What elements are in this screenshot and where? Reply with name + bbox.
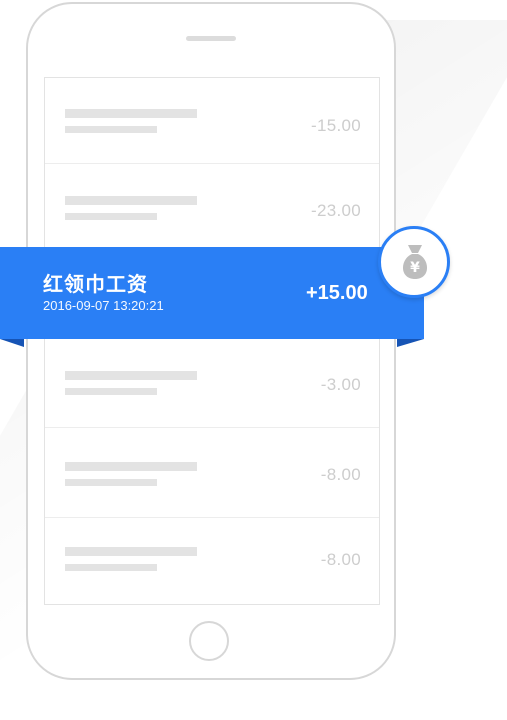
transaction-amount: -15.00 [310,116,361,135]
phone-speaker [186,36,236,41]
phone-frame: -15.00 -23.00 -3.00 -8.00 -8.00 [26,2,396,680]
placeholder-title-bar [65,547,197,556]
transaction-amount: -8.00 [320,465,361,484]
placeholder-subtitle-bar [65,213,157,220]
highlight-amount: +15.00 [306,282,368,304]
transaction-list: -15.00 -23.00 -3.00 -8.00 -8.00 [44,77,380,605]
money-badge: ¥ [378,226,450,298]
placeholder-subtitle-bar [65,479,157,486]
placeholder-title-bar [65,196,197,205]
placeholder-subtitle-bar [65,388,157,395]
placeholder-title-bar [65,109,197,118]
list-item[interactable]: -8.00 [45,428,379,518]
placeholder-title-bar [65,371,197,380]
home-button[interactable] [189,621,229,661]
placeholder-subtitle-bar [65,126,157,133]
list-item[interactable]: -3.00 [45,341,379,428]
transaction-amount: -8.00 [320,550,361,569]
placeholder-subtitle-bar [65,564,157,571]
transaction-amount: -23.00 [310,201,361,220]
placeholder-title-bar [65,462,197,471]
highlight-timestamp: 2016-09-07 13:20:21 [43,298,164,313]
list-item[interactable]: -23.00 [45,164,379,251]
money-bag-icon: ¥ [402,245,428,279]
banner-fold-right [397,339,424,347]
transaction-amount: -3.00 [320,375,361,394]
list-item[interactable]: -8.00 [45,518,379,605]
banner-fold-left [0,339,24,347]
highlight-title: 红领巾工资 [43,274,148,296]
yen-symbol: ¥ [410,260,420,276]
list-item[interactable]: -15.00 [45,78,379,164]
